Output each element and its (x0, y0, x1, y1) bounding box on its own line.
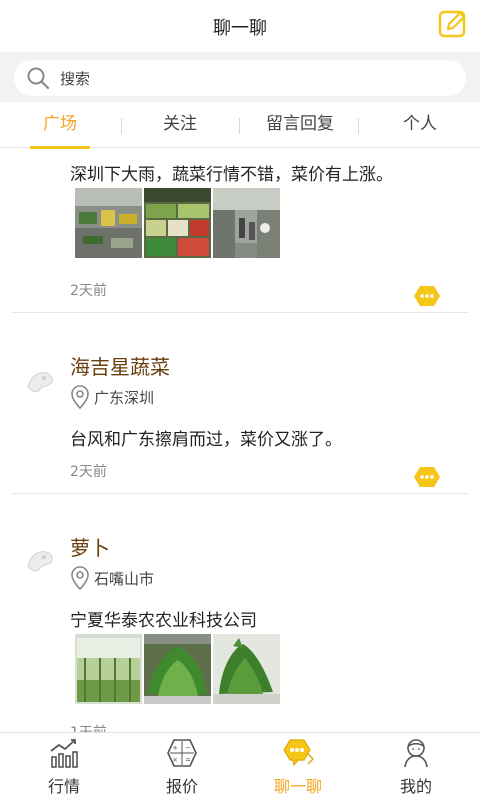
tab-label: 留言回复 (266, 114, 334, 134)
celery-bundle-photo[interactable] (213, 634, 280, 704)
tab-replies[interactable]: 留言回复 (240, 102, 360, 148)
edit-icon[interactable] (438, 9, 468, 39)
tab-label: 个人 (403, 114, 437, 134)
post-photos (75, 634, 285, 704)
svg-text:+: + (172, 744, 178, 752)
tab-personal[interactable]: 个人 (360, 102, 480, 148)
post-time: 1天前 (70, 722, 107, 732)
market-photo[interactable] (75, 188, 142, 258)
reply-icon[interactable] (413, 465, 441, 489)
tab-follow[interactable]: 关注 (120, 102, 240, 148)
location-pin-icon (71, 385, 89, 409)
tab-label: 广场 (43, 114, 77, 134)
post-username[interactable]: 海吉星蔬菜 (70, 351, 170, 380)
avatar[interactable] (24, 544, 56, 576)
search-input[interactable]: 搜索 (14, 60, 466, 96)
vegetable-stall-photo[interactable] (144, 188, 211, 258)
post-feed[interactable]: 深圳下大雨，蔬菜行情不错，菜价有上涨。 2天前 海吉星蔬菜 广东深圳 台风和广东… (0, 148, 480, 732)
nav-item-chat[interactable]: 聊一聊 (238, 733, 358, 800)
post-item[interactable]: 深圳下大雨，蔬菜行情不错，菜价有上涨。 2天前 (0, 148, 480, 313)
nav-label: 行情 (47, 777, 80, 796)
market-aisle-photo[interactable] (213, 188, 280, 258)
search-placeholder: 搜索 (60, 70, 91, 88)
avatar[interactable] (24, 365, 56, 397)
tab-label: 关注 (163, 114, 197, 134)
location-text: 广东深圳 (94, 389, 155, 407)
svg-text:−: − (185, 744, 191, 752)
svg-text:×: × (172, 756, 178, 764)
chat-icon (283, 739, 314, 766)
tab-square[interactable]: 广场 (0, 102, 120, 149)
tab-separator (358, 118, 359, 134)
chart-icon (50, 739, 78, 768)
reply-icon[interactable] (413, 284, 441, 308)
svg-text:=: = (185, 756, 191, 764)
scallion-crate-photo[interactable] (75, 634, 142, 704)
bottom-nav: 行情 + − × = 报价 聊一聊 我的 (0, 732, 480, 800)
nav-item-market[interactable]: 行情 (4, 733, 124, 800)
nav-label: 我的 (399, 777, 432, 796)
nav-item-quote[interactable]: + − × = 报价 (122, 733, 242, 800)
location-text: 石嘴山市 (94, 570, 155, 588)
top-bar: 聊一聊 (0, 0, 480, 52)
calculator-icon: + − × = (167, 739, 197, 767)
nav-label: 报价 (165, 777, 198, 796)
search-icon (27, 67, 50, 90)
nav-item-mine[interactable]: 我的 (356, 733, 476, 800)
nav-label: 聊一聊 (273, 777, 322, 796)
post-username[interactable]: 萝卜 (70, 532, 110, 561)
celery-crate-photo[interactable] (144, 634, 211, 704)
post-content: 宁夏华泰农农业科技公司 (70, 611, 257, 631)
post-photos (75, 188, 285, 258)
tab-bar: 广场 关注 留言回复 个人 (0, 102, 480, 149)
post-item[interactable]: 萝卜 石嘴山市 宁夏华泰农农业科技公司 (0, 494, 480, 732)
profile-icon (404, 739, 428, 768)
post-content: 台风和广东擦肩而过，菜价又涨了。 (70, 430, 342, 450)
post-item[interactable]: 海吉星蔬菜 广东深圳 台风和广东擦肩而过，菜价又涨了。 2天前 (0, 313, 480, 494)
post-content: 深圳下大雨，蔬菜行情不错，菜价有上涨。 (70, 165, 393, 185)
location-pin-icon (71, 566, 89, 590)
page-title: 聊一聊 (213, 18, 267, 39)
search-bar: 搜索 (0, 52, 480, 102)
post-time: 2天前 (70, 464, 107, 480)
post-time: 2天前 (70, 283, 107, 299)
